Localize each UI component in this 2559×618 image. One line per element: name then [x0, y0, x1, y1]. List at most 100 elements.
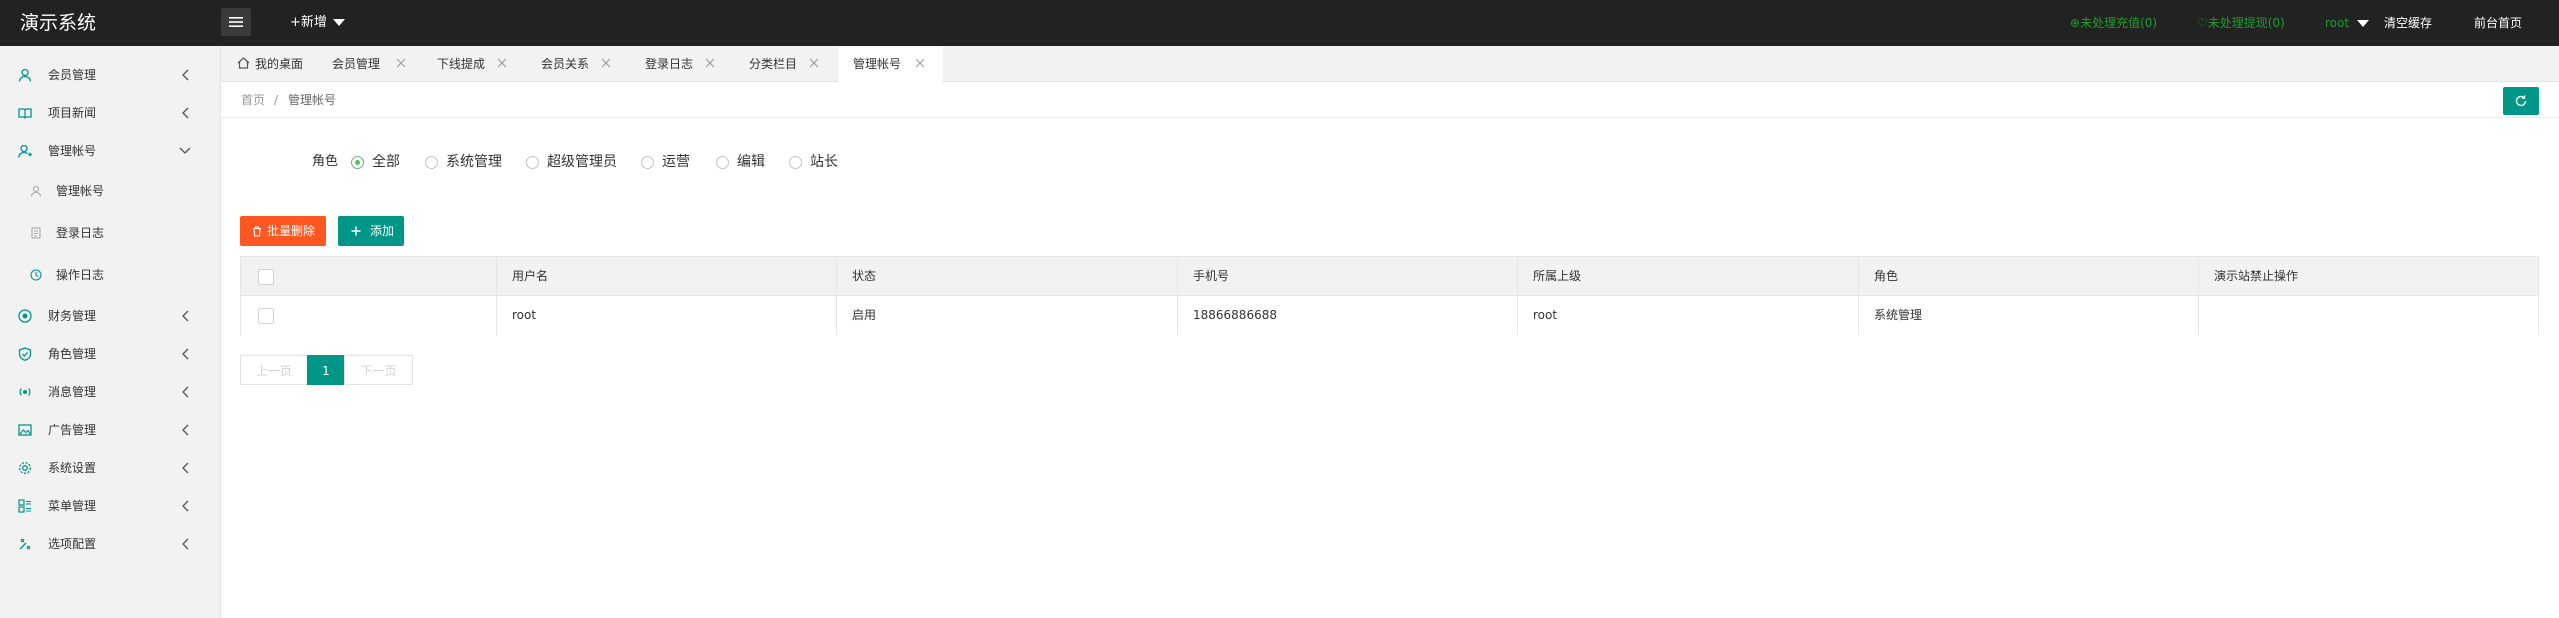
frontend-home-link[interactable]: 前台首页 — [2474, 0, 2522, 46]
header-cell-actions: 演示站禁止操作 — [2214, 269, 2299, 283]
book-icon — [18, 108, 32, 119]
recharge-icon: ⊕ — [2070, 16, 2081, 30]
user-icon — [30, 185, 42, 197]
sidebar-item-label: 角色管理 — [48, 347, 97, 361]
radio-label: 站长 — [810, 154, 838, 170]
breadcrumb-home[interactable]: 首页 — [241, 82, 265, 118]
sidebar-item-roles[interactable]: 角色管理 — [0, 335, 221, 373]
refresh-button[interactable] — [2503, 87, 2539, 115]
chevron-left-icon — [182, 69, 189, 81]
prev-page-button[interactable]: 上一页 — [240, 355, 308, 385]
sidebar-item-members[interactable]: 会员管理 — [0, 56, 221, 94]
sidebar-subitem-operation-log[interactable]: 操作日志 — [0, 254, 221, 296]
chevron-left-icon — [182, 462, 189, 474]
app-logo[interactable]: 演示系统 — [20, 0, 96, 46]
sidebar-item-ads[interactable]: 广告管理 — [0, 411, 221, 449]
tab-label: 下线提成 — [437, 57, 486, 71]
caret-down-icon — [2357, 20, 2370, 27]
tab-relations[interactable]: 会员关系 — [541, 46, 631, 82]
tab-desktop[interactable]: 我的桌面 — [235, 46, 303, 82]
tab-categories[interactable]: 分类栏目 — [749, 46, 839, 82]
chevron-left-icon — [182, 348, 189, 360]
role-filter-label: 角色 — [312, 154, 339, 169]
header-cell-status: 状态 — [837, 257, 1178, 296]
home-icon — [237, 57, 250, 69]
tab-commission[interactable]: 下线提成 — [437, 46, 527, 82]
header-cell-checkbox — [241, 257, 497, 296]
pending-withdraw-label: 未处理提现(0) — [2207, 16, 2285, 30]
page-1-button[interactable]: 1 — [307, 355, 345, 385]
close-icon[interactable] — [915, 58, 925, 68]
header-cell-phone: 手机号 — [1178, 257, 1518, 296]
radio-circle — [716, 156, 729, 169]
sidebar-item-settings[interactable]: 系统设置 — [0, 449, 221, 487]
close-icon[interactable] — [809, 58, 819, 68]
add-label: 添加 — [370, 224, 395, 238]
radio-circle — [351, 156, 364, 169]
pending-withdraw-link[interactable]: ♡未处理提现(0) — [2197, 0, 2285, 46]
tab-label: 管理帐号 — [853, 57, 902, 71]
user-menu[interactable]: root — [2325, 0, 2370, 46]
radio-label: 运营 — [662, 154, 690, 170]
trash-icon — [253, 226, 261, 237]
batch-delete-label: 批量删除 — [267, 224, 316, 238]
sidebar-item-label: 选项配置 — [48, 537, 97, 551]
breadcrumb-separator: / — [274, 93, 279, 107]
sidebar-item-label: 消息管理 — [48, 385, 97, 399]
radio-label: 编辑 — [737, 154, 765, 170]
row-cell-phone: 18866886688 — [1178, 296, 1518, 335]
pending-recharge-label: 未处理充值(0) — [2080, 16, 2158, 30]
sidebar-subitem-login-log[interactable]: 登录日志 — [0, 212, 221, 254]
sidebar-subitem-admin-accounts[interactable]: 管理帐号 — [0, 170, 221, 212]
batch-delete-button[interactable]: 批量删除 — [240, 216, 326, 246]
sidebar-item-finance[interactable]: 财务管理 — [0, 297, 221, 335]
row-cell-parent: root — [1518, 296, 1859, 335]
new-label: +新增 — [290, 15, 327, 30]
chevron-left-icon — [182, 310, 189, 322]
sidebar-item-menus[interactable]: 菜单管理 — [0, 487, 221, 525]
sidebar-item-news[interactable]: 项目新闻 — [0, 94, 221, 132]
sidebar-item-admin[interactable]: 管理帐号 — [0, 132, 221, 170]
tab-admin-accounts[interactable]: 管理帐号 — [839, 46, 943, 82]
clear-cache-link[interactable]: 清空缓存 — [2384, 0, 2432, 46]
sidebar-item-label: 菜单管理 — [48, 499, 97, 513]
top-header: 演示系统 +新增 ⊕未处理充值(0) ♡未处理提现(0) root 清空缓存 前… — [0, 0, 2559, 46]
sidebar-item-options[interactable]: 选项配置 — [0, 525, 221, 563]
row-cell-username: root — [497, 296, 837, 335]
chevron-left-icon — [182, 107, 189, 119]
finance-icon — [18, 309, 32, 323]
pending-recharge-link[interactable]: ⊕未处理充值(0) — [2070, 0, 2157, 46]
new-dropdown[interactable]: +新增 — [290, 0, 345, 46]
tab-login-log[interactable]: 登录日志 — [645, 46, 735, 82]
table-row: root 启用 18866886688 root 系统管理 — [241, 296, 2538, 335]
close-icon[interactable] — [396, 58, 406, 68]
radio-circle — [789, 156, 802, 169]
chevron-left-icon — [182, 386, 189, 398]
message-icon — [19, 388, 31, 396]
chevron-left-icon — [182, 424, 189, 436]
row-cell-role: 系统管理 — [1859, 296, 2199, 335]
radio-label: 系统管理 — [446, 154, 502, 170]
add-button[interactable]: 添加 — [338, 216, 404, 246]
menu-toggle-button[interactable] — [221, 8, 251, 36]
refresh-icon — [2515, 95, 2527, 107]
plus-icon — [351, 226, 361, 236]
header-cell-parent: 所属上级 — [1518, 257, 1859, 296]
close-icon[interactable] — [497, 58, 507, 68]
sidebar-subitem-label: 管理帐号 — [56, 184, 105, 198]
close-icon[interactable] — [601, 58, 611, 68]
header-cell-username: 用户名 — [497, 257, 837, 296]
row-cell-actions — [2199, 296, 2538, 335]
row-checkbox[interactable] — [258, 308, 274, 324]
shield-icon — [18, 347, 32, 361]
tab-label: 我的桌面 — [255, 57, 304, 71]
hamburger-icon — [229, 17, 243, 27]
select-all-checkbox[interactable] — [258, 269, 274, 285]
close-icon[interactable] — [705, 58, 715, 68]
next-page-button[interactable]: 下一页 — [344, 355, 413, 385]
sidebar-item-label: 管理帐号 — [48, 144, 97, 158]
breadcrumb-current: 管理帐号 — [288, 93, 337, 107]
sidebar-item-messages[interactable]: 消息管理 — [0, 373, 221, 411]
log-icon — [31, 227, 41, 239]
tab-members[interactable]: 会员管理 — [332, 46, 422, 82]
